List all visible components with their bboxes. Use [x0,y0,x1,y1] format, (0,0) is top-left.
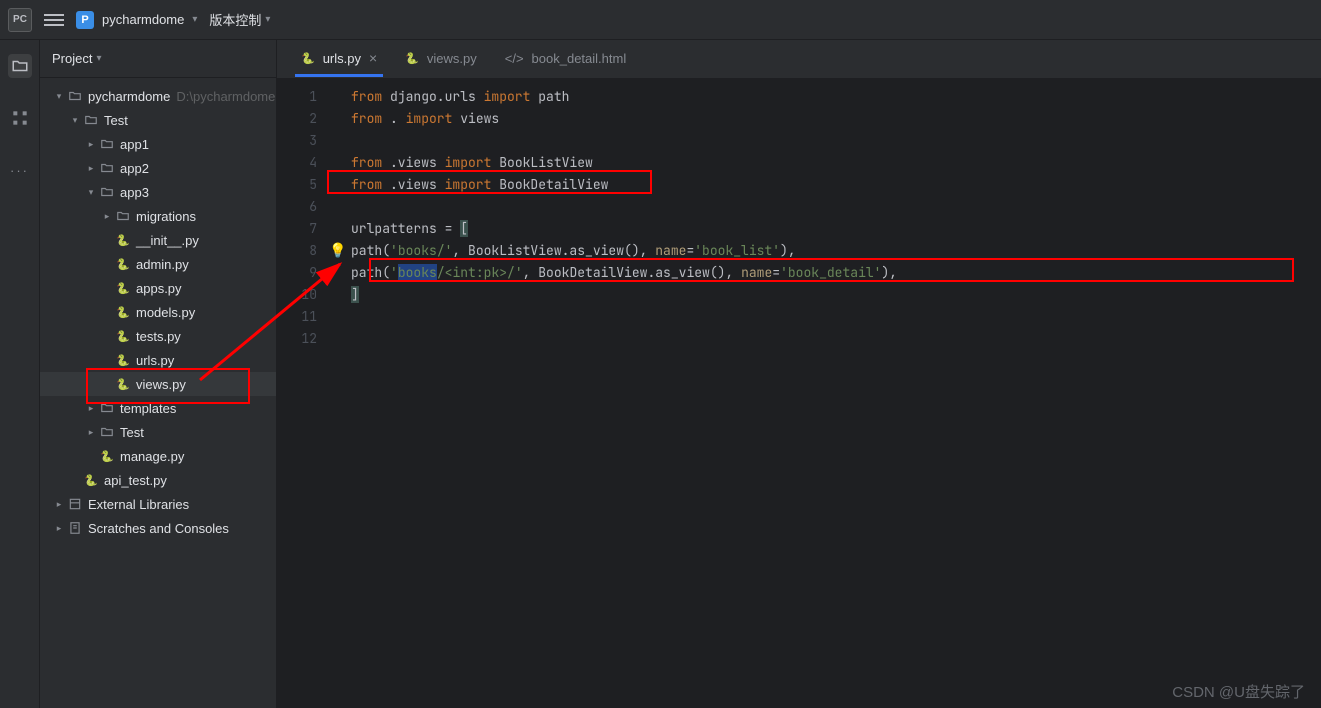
tree-item-templates[interactable]: ▸templates [40,396,276,420]
sidebar-header[interactable]: Project ▾ [40,40,276,78]
tree-item-views-py[interactable]: 🐍views.py [40,372,276,396]
more-tool-button[interactable]: ··· [8,158,32,182]
close-icon[interactable]: × [369,50,377,66]
tree-item-app2[interactable]: ▸app2 [40,156,276,180]
gutter: 123456789101112 [277,78,329,708]
project-sidebar: Project ▾ ▾pycharmdomeD:\pycharmdome▾Tes… [40,40,277,708]
app-logo: PC [8,8,32,32]
structure-tool-button[interactable] [8,106,32,130]
tree-item-models-py[interactable]: 🐍models.py [40,300,276,324]
tree-item-manage-py[interactable]: 🐍manage.py [40,444,276,468]
main-menu-button[interactable] [44,10,64,30]
project-name: pycharmdome [102,12,184,27]
tree-item-External Libraries[interactable]: ▸External Libraries [40,492,276,516]
chevron-down-icon: ▾ [265,14,270,25]
tree-item-migrations[interactable]: ▸migrations [40,204,276,228]
chevron-down-icon: ▾ [192,14,197,25]
tree-item-Test[interactable]: ▸Test [40,420,276,444]
tree-item-__init__-py[interactable]: 🐍__init__.py [40,228,276,252]
gutter-icons: 💡 [329,78,351,708]
titlebar: PC P pycharmdome ▾ 版本控制 ▾ [0,0,1321,40]
editor-area: 🐍urls.py×🐍views.py</>book_detail.html 12… [277,40,1321,708]
editor-tabs: 🐍urls.py×🐍views.py</>book_detail.html [277,40,1321,78]
watermark: CSDN @U盘失踪了 [1172,681,1305,702]
tree-item-apps-py[interactable]: 🐍apps.py [40,276,276,300]
project-selector[interactable]: P pycharmdome ▾ [76,11,197,29]
tree-item-api_test-py[interactable]: 🐍api_test.py [40,468,276,492]
tab-book_detail-html[interactable]: </>book_detail.html [491,39,640,77]
chevron-down-icon: ▾ [96,53,101,64]
tree-item-app3[interactable]: ▾app3 [40,180,276,204]
tab-views-py[interactable]: 🐍views.py [391,39,491,77]
tree-item-pycharmdome[interactable]: ▾pycharmdomeD:\pycharmdome [40,84,276,108]
tree-item-urls-py[interactable]: 🐍urls.py [40,348,276,372]
tree-item-app1[interactable]: ▸app1 [40,132,276,156]
tab-urls-py[interactable]: 🐍urls.py× [287,39,391,77]
tree-item-Test[interactable]: ▾Test [40,108,276,132]
project-initial-icon: P [76,11,94,29]
code-content[interactable]: from django.urls import pathfrom . impor… [351,78,1321,708]
tree-item-Scratches and Consoles[interactable]: ▸Scratches and Consoles [40,516,276,540]
project-tree: ▾pycharmdomeD:\pycharmdome▾Test▸app1▸app… [40,78,276,708]
tool-window-bar: ··· [0,40,40,708]
code-editor[interactable]: 123456789101112 💡 from django.urls impor… [277,78,1321,708]
version-control-button[interactable]: 版本控制 ▾ [209,10,270,29]
tree-item-admin-py[interactable]: 🐍admin.py [40,252,276,276]
tree-item-tests-py[interactable]: 🐍tests.py [40,324,276,348]
project-tool-button[interactable] [8,54,32,78]
